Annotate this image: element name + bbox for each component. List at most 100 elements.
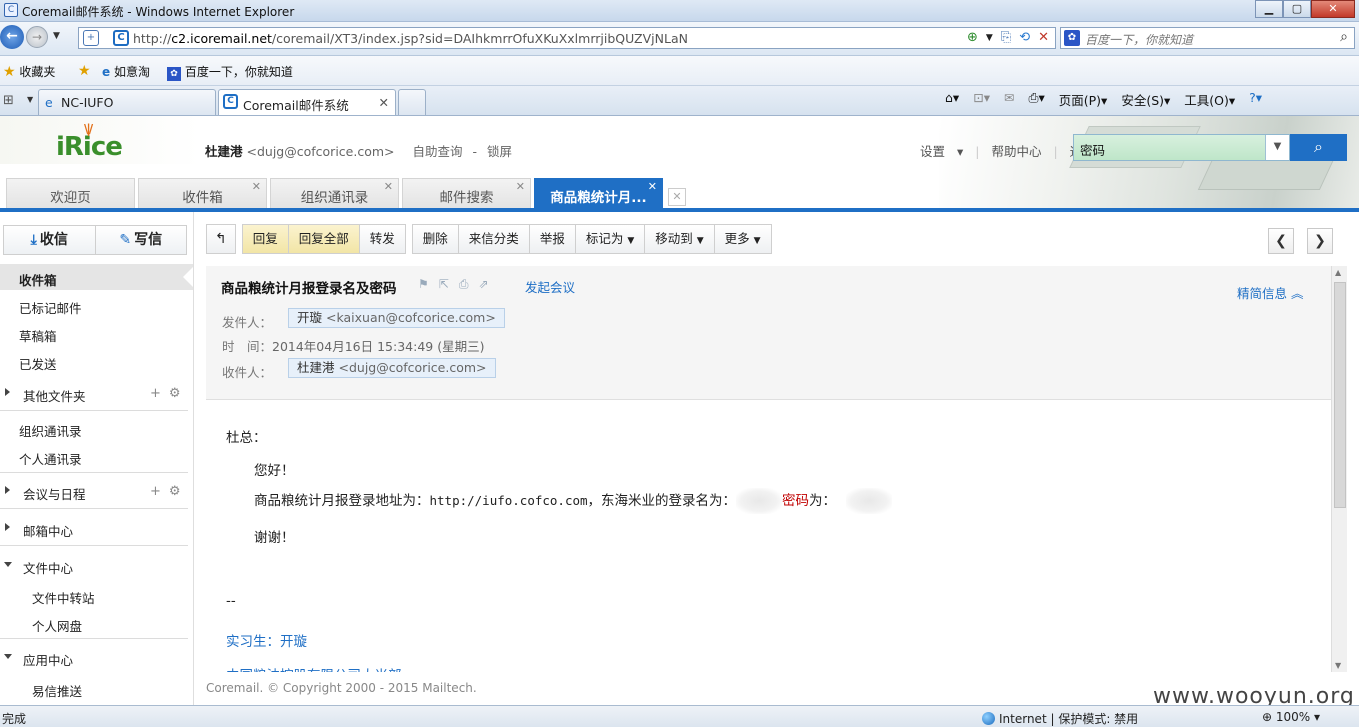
- add-icon[interactable]: +: [150, 484, 169, 499]
- previous-mail-button[interactable]: ❮: [1268, 228, 1294, 254]
- minimize-button[interactable]: ▁: [1255, 0, 1283, 18]
- page-menu[interactable]: 页面(P)▾: [1059, 90, 1108, 109]
- addon-icon[interactable]: ⊕: [967, 30, 978, 46]
- sidebar-item-other-folders[interactable]: 其他文件夹 +⚙: [0, 380, 193, 406]
- gear-icon[interactable]: ⚙: [169, 484, 189, 499]
- sidebar-item-personal-contacts[interactable]: 个人通讯录: [0, 443, 193, 469]
- close-tab-icon[interactable]: ✕: [379, 95, 389, 110]
- forward-button[interactable]: 转发: [359, 224, 406, 254]
- expand-arrow-icon[interactable]: [5, 486, 10, 494]
- scroll-up-icon[interactable]: ▲: [1335, 268, 1341, 277]
- collapse-arrow-icon[interactable]: [4, 562, 12, 567]
- receive-mail-button[interactable]: ⤓ 收信: [4, 226, 96, 254]
- tab-current-mail[interactable]: 商品粮统计月... ✕: [534, 178, 663, 209]
- expand-arrow-icon[interactable]: [5, 523, 10, 531]
- search-icon[interactable]: ⌕: [1340, 29, 1348, 45]
- expand-arrow-icon[interactable]: [5, 388, 10, 396]
- back-to-list-button[interactable]: ↰: [206, 224, 236, 254]
- browser-tab-coremail[interactable]: C Coremail邮件系统 ✕: [218, 89, 396, 115]
- maximize-button[interactable]: ▢: [1283, 0, 1311, 18]
- close-window-button[interactable]: ✕: [1311, 0, 1355, 18]
- tab-mail-search[interactable]: 邮件搜索 ✕: [402, 178, 531, 209]
- scroll-down-icon[interactable]: ▼: [1335, 661, 1341, 670]
- mail-icon[interactable]: ✉: [1004, 90, 1014, 109]
- reply-button[interactable]: 回复: [241, 224, 289, 254]
- settings-link[interactable]: 设置 ▾: [920, 144, 963, 159]
- forward-arrow-icon[interactable]: →: [26, 26, 48, 48]
- collapse-arrow-icon[interactable]: [4, 654, 12, 659]
- sidebar-item-sent[interactable]: 已发送: [0, 348, 193, 374]
- help-center-link[interactable]: 帮助中心: [991, 144, 1041, 159]
- zoom-level[interactable]: ⊕ 100% ▾: [1262, 710, 1320, 724]
- close-icon[interactable]: ✕: [384, 180, 393, 193]
- refresh-icon[interactable]: ⟲: [1019, 30, 1030, 46]
- reply-all-button[interactable]: 回复全部: [288, 224, 360, 254]
- history-dropdown-icon[interactable]: ▼: [53, 31, 60, 41]
- tab-inbox[interactable]: 收件箱 ✕: [138, 178, 267, 209]
- sidebar-item-yixin[interactable]: 易信推送: [0, 675, 193, 701]
- search-scope-dropdown-icon[interactable]: ▼: [1265, 135, 1289, 160]
- scroll-thumb[interactable]: [1334, 282, 1346, 508]
- gear-icon[interactable]: ⚙: [169, 386, 189, 401]
- tools-menu[interactable]: 工具(O)▾: [1184, 90, 1235, 109]
- next-mail-button[interactable]: ❯: [1307, 228, 1333, 254]
- sidebar-item-personal-disk[interactable]: 个人网盘: [0, 610, 193, 636]
- mail-scrollbar[interactable]: ▲ ▼: [1331, 266, 1347, 672]
- close-icon[interactable]: ✕: [516, 180, 525, 193]
- classify-button[interactable]: 来信分类: [458, 224, 530, 254]
- write-mail-button[interactable]: ✎ 写信: [96, 226, 187, 254]
- close-all-tabs-icon[interactable]: ✕: [668, 188, 686, 206]
- sidebar-item-file-center[interactable]: 文件中心: [0, 552, 193, 578]
- move-to-dropdown[interactable]: 移动到 ▼: [645, 224, 715, 254]
- sidebar-item-mailbox-center[interactable]: 邮箱中心: [0, 515, 193, 541]
- help-icon[interactable]: ?▾: [1249, 90, 1262, 109]
- sidebar-item-inbox[interactable]: 收件箱: [0, 264, 193, 290]
- sidebar-item-drafts[interactable]: 草稿箱: [0, 320, 193, 346]
- sidebar-item-meetings[interactable]: 会议与日程 +⚙: [0, 478, 193, 504]
- sender-chip[interactable]: 开璇 <kaixuan@cofcorice.com>: [288, 308, 505, 328]
- compat-shield-icon[interactable]: +: [83, 30, 99, 46]
- popout-icon[interactable]: ⇱: [439, 277, 459, 291]
- delete-button[interactable]: 删除: [411, 224, 459, 254]
- sidebar-item-file-transfer[interactable]: 文件中转站: [0, 582, 193, 608]
- mail-search-button[interactable]: ⌕: [1290, 134, 1347, 161]
- report-button[interactable]: 举报: [529, 224, 576, 254]
- feeds-icon[interactable]: ⊡▾: [973, 90, 990, 109]
- new-tab-button[interactable]: [398, 89, 426, 115]
- add-favorite-icon[interactable]: ★: [78, 63, 91, 79]
- tab-welcome[interactable]: 欢迎页: [6, 178, 135, 209]
- add-icon[interactable]: +: [150, 386, 169, 401]
- browser-search-input[interactable]: ✿ 百度一下，你就知道 ⌕: [1060, 27, 1355, 49]
- self-service-link[interactable]: 自助查询: [412, 144, 462, 159]
- print-icon[interactable]: ⎙: [459, 277, 479, 291]
- lock-screen-link[interactable]: 锁屏: [487, 144, 512, 159]
- tab-org-contacts[interactable]: 组织通讯录 ✕: [270, 178, 399, 209]
- stop-icon[interactable]: ✕: [1038, 30, 1049, 46]
- safety-menu[interactable]: 安全(S)▾: [1121, 90, 1170, 109]
- favorite-item-ruyitao[interactable]: e 如意淘: [102, 63, 150, 80]
- login-url[interactable]: http://iufo.cofco.com: [430, 493, 588, 508]
- mail-search-input[interactable]: 密码 ▼: [1073, 134, 1290, 161]
- share-icon[interactable]: ⇗: [478, 277, 498, 291]
- more-dropdown[interactable]: 更多 ▼: [714, 224, 772, 254]
- browser-tab-nc-iufo[interactable]: e NC-IUFO: [38, 89, 216, 115]
- address-input[interactable]: + C http://c2.icoremail.net/coremail/XT3…: [78, 27, 1056, 49]
- close-icon[interactable]: ✕: [648, 180, 657, 193]
- home-icon[interactable]: ⌂▾: [945, 90, 959, 109]
- mark-as-dropdown[interactable]: 标记为 ▼: [575, 224, 646, 254]
- back-arrow-icon[interactable]: ←: [0, 25, 24, 49]
- compat-view-icon[interactable]: ⎘: [1001, 30, 1011, 46]
- print-icon[interactable]: ⎙▾: [1028, 90, 1044, 109]
- close-icon[interactable]: ✕: [252, 180, 261, 193]
- favorites-button[interactable]: ★ 收藏夹: [3, 63, 55, 80]
- flag-icon[interactable]: ⚑: [418, 277, 439, 291]
- sidebar-item-flagged[interactable]: 已标记邮件: [0, 292, 193, 318]
- sidebar-item-org-contacts[interactable]: 组织通讯录: [0, 415, 193, 441]
- sidebar-item-app-center[interactable]: 应用中心: [0, 644, 193, 670]
- tab-list-dropdown-icon[interactable]: ▼: [27, 95, 33, 104]
- start-meeting-link[interactable]: 发起会议: [525, 277, 575, 296]
- address-dropdown-icon[interactable]: ▼: [986, 30, 993, 46]
- security-zone[interactable]: Internet | 保护模式: 禁用: [982, 710, 1138, 727]
- simple-info-toggle[interactable]: 精简信息 ︽: [1237, 283, 1304, 302]
- favorite-item-baidu[interactable]: ✿ 百度一下，你就知道: [167, 63, 293, 81]
